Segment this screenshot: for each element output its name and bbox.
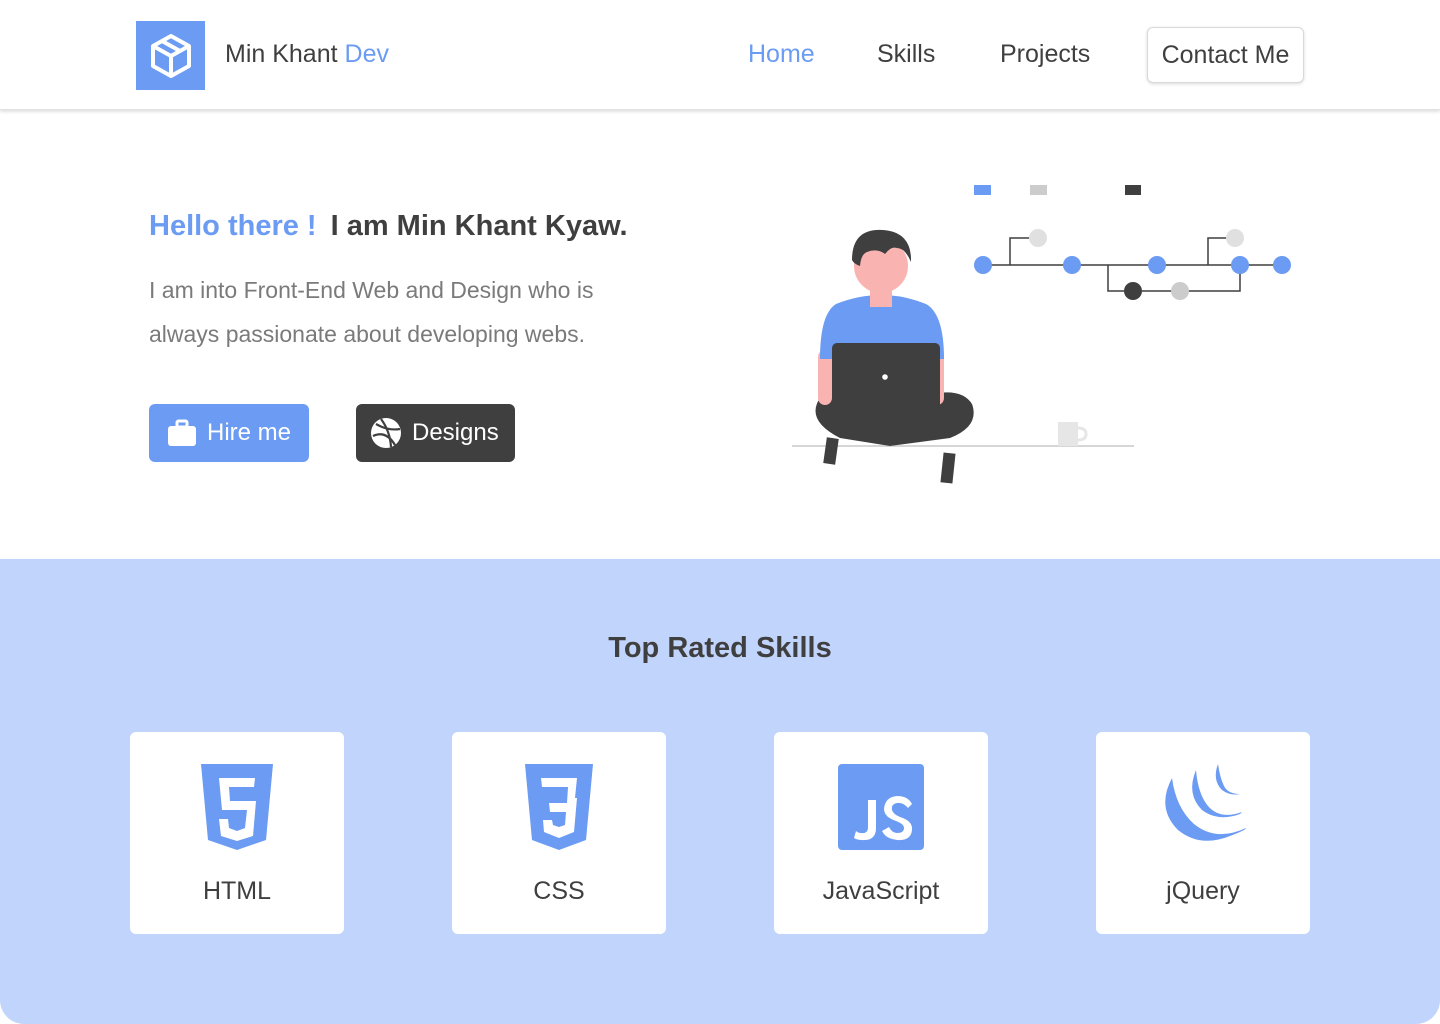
jquery-icon	[1096, 764, 1310, 854]
skill-label: jQuery	[1166, 877, 1240, 905]
designs-label: Designs	[412, 419, 499, 446]
contact-me-button[interactable]: Contact Me	[1147, 27, 1304, 83]
skill-label: HTML	[202, 877, 272, 905]
skill-label: JavaScript	[822, 877, 940, 905]
designs-button[interactable]: Designs	[356, 404, 515, 462]
flowchart-graphic	[974, 185, 1291, 300]
javascript-icon	[774, 764, 988, 854]
skill-card-javascript[interactable]: JavaScript	[774, 732, 988, 934]
hire-me-button[interactable]: Hire me	[149, 404, 309, 462]
nav-projects[interactable]: Projects	[1000, 40, 1090, 69]
site-header: Min Khant Dev Home Skills Projects Conta…	[0, 0, 1440, 110]
brand-name-accent: Dev	[344, 40, 389, 68]
hero-greeting: Hello there !	[149, 210, 317, 242]
logo[interactable]	[136, 21, 205, 90]
hero-title: Hello there ! I am Min Khant Kyaw.	[149, 210, 628, 243]
dribbble-icon	[370, 417, 402, 449]
nav-skills[interactable]: Skills	[877, 40, 935, 69]
html5-icon	[130, 764, 344, 854]
hero-intro: I am Min Khant Kyaw.	[330, 210, 628, 242]
skills-title: Top Rated Skills	[608, 632, 832, 664]
skill-card-jquery[interactable]: jQuery	[1096, 732, 1310, 934]
cube-icon	[150, 33, 191, 78]
brand-name-text: Min Khant	[225, 40, 338, 68]
developer-illustration	[792, 185, 1291, 484]
hero-description: I am into Front-End Web and Design who i…	[149, 277, 594, 347]
skill-card-css[interactable]: CSS	[452, 732, 666, 934]
skill-label: CSS	[533, 877, 585, 905]
brand-name[interactable]: Min Khant Dev	[225, 40, 389, 69]
hire-me-label: Hire me	[207, 419, 292, 446]
skills-section: Top Rated Skills HTML CSS JavaScript jQu…	[0, 559, 1440, 1024]
briefcase-icon	[167, 418, 197, 448]
mug-icon	[1058, 422, 1088, 446]
skill-card-html[interactable]: HTML	[130, 732, 344, 934]
css3-icon	[452, 764, 666, 854]
nav-home[interactable]: Home	[748, 40, 815, 69]
